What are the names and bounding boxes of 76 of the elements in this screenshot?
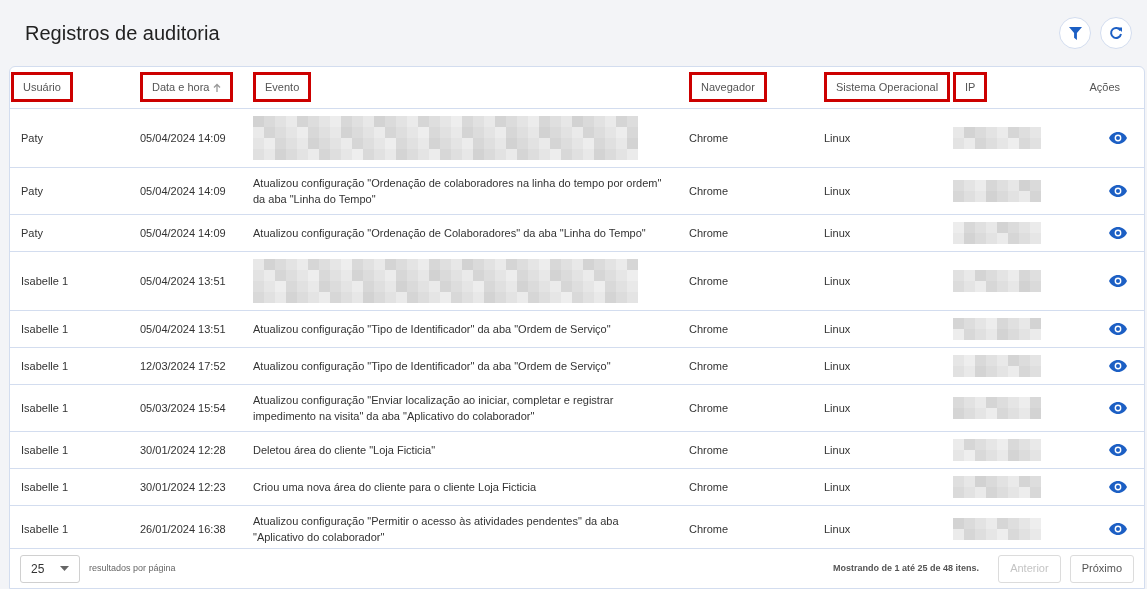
user-name: Paty	[21, 131, 43, 144]
user-name: Paty	[21, 184, 43, 197]
date-time: 05/03/2024 15:54	[140, 401, 226, 414]
view-eye-icon[interactable]	[1109, 274, 1127, 287]
os-name: Linux	[824, 322, 851, 335]
column-header[interactable]: Sistema Operacional	[824, 72, 951, 103]
refresh-button[interactable]	[1100, 17, 1132, 49]
column-header[interactable]: IP	[953, 72, 988, 103]
view-eye-icon[interactable]	[1109, 401, 1127, 414]
date-time: 05/04/2024 14:09	[140, 184, 226, 197]
os-name: Linux	[824, 443, 851, 456]
view-eye-icon[interactable]	[1109, 184, 1127, 197]
event-text: Atualizou configuração "Tipo de Identificador" da aba "Ordem de Serviço"	[253, 321, 612, 337]
date-time: 30/01/2024 12:23	[140, 480, 226, 493]
date-time: 12/03/2024 17:52	[140, 359, 226, 372]
browser-name: Chrome	[689, 359, 729, 372]
user-name: Isabelle 1	[21, 401, 69, 414]
column-header[interactable]: Data e hora	[140, 72, 234, 103]
browser-name: Chrome	[689, 184, 729, 197]
column-header[interactable]: Ações	[1077, 72, 1132, 103]
os-name: Linux	[824, 522, 851, 535]
view-eye-icon[interactable]	[1109, 359, 1127, 372]
caret-icon	[60, 566, 69, 572]
page-size-select[interactable]: 25	[20, 554, 80, 583]
user-name: Isabelle 1	[21, 522, 69, 535]
user-name: Isabelle 1	[21, 359, 69, 372]
browser-name: Chrome	[689, 131, 729, 144]
date-time: 05/04/2024 14:09	[140, 226, 226, 239]
view-eye-icon[interactable]	[1109, 322, 1127, 335]
view-eye-icon[interactable]	[1109, 443, 1127, 456]
browser-name: Chrome	[689, 401, 729, 414]
date-time: 30/01/2024 12:28	[140, 443, 226, 456]
filter-button[interactable]	[1059, 17, 1091, 49]
view-eye-icon[interactable]	[1109, 131, 1127, 144]
os-name: Linux	[824, 401, 851, 414]
event-text: Atualizou configuração "Ordenação de Colaboradores" da aba "Linha do Tempo"	[253, 225, 647, 241]
sort-arrow-icon	[213, 82, 222, 92]
os-name: Linux	[824, 359, 851, 372]
browser-name: Chrome	[689, 274, 729, 287]
user-name: Paty	[21, 226, 43, 239]
date-time: 05/04/2024 13:51	[140, 274, 226, 287]
browser-name: Chrome	[689, 443, 729, 456]
date-time: 05/04/2024 14:09	[140, 131, 226, 144]
column-header[interactable]: Usuário	[11, 72, 73, 103]
os-name: Linux	[824, 226, 851, 239]
date-time: 05/04/2024 13:51	[140, 322, 226, 335]
date-time: 26/01/2024 16:38	[140, 522, 226, 535]
user-name: Isabelle 1	[21, 443, 69, 456]
view-eye-icon[interactable]	[1109, 226, 1127, 239]
user-name: Isabelle 1	[21, 480, 69, 493]
page-title: Registros de auditoria	[25, 21, 220, 46]
event-text: Atualizou configuração "Enviar localização ao iniciar, completar e registrar impedimento na visita" da aba "Aplicativo do colaborador"	[253, 392, 615, 424]
column-header[interactable]: Evento	[253, 72, 312, 103]
os-name: Linux	[824, 184, 851, 197]
view-eye-icon[interactable]	[1109, 522, 1127, 535]
event-text: Atualizou configuração "Permitir o acesso às atividades pendentes" da aba "Aplicativo do colaborador"	[253, 513, 620, 545]
results-summary: Mostrando de 1 até 25 de 48 itens.	[833, 561, 980, 575]
event-text: Atualizou configuração "Tipo de Identificador" da aba "Ordem de Serviço"	[253, 358, 612, 374]
page-size-label: resultados por página	[89, 561, 176, 575]
event-text: Criou uma nova área do cliente para o cliente Loja Ficticia	[253, 479, 538, 495]
user-name: Isabelle 1	[21, 274, 69, 287]
event-text: Atualizou configuração "Ordenação de colaboradores na linha do tempo por ordem" da aba "Linha do Tempo"	[253, 175, 663, 207]
next-button[interactable]: Próximo	[1069, 554, 1134, 583]
os-name: Linux	[824, 480, 851, 493]
filter-icon	[1068, 26, 1082, 40]
browser-name: Chrome	[689, 322, 729, 335]
browser-name: Chrome	[689, 226, 729, 239]
event-text: Deletou área do cliente "Loja Ficticia"	[253, 442, 437, 458]
browser-name: Chrome	[689, 480, 729, 493]
os-name: Linux	[824, 274, 851, 287]
refresh-icon	[1109, 26, 1123, 40]
user-name: Isabelle 1	[21, 322, 69, 335]
os-name: Linux	[824, 131, 851, 144]
browser-name: Chrome	[689, 522, 729, 535]
view-eye-icon[interactable]	[1109, 480, 1127, 493]
column-header[interactable]: Navegador	[689, 72, 767, 103]
